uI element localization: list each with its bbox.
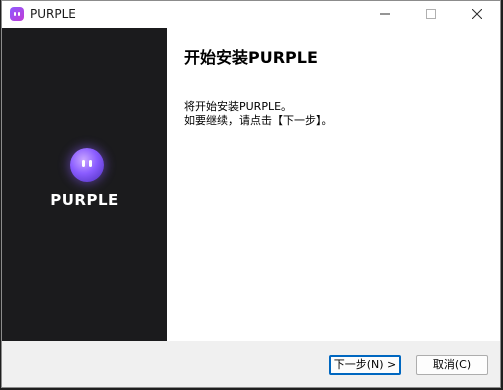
minimize-icon	[380, 13, 390, 15]
maximize-button[interactable]	[408, 1, 454, 28]
page-title: 开始安装PURPLE	[184, 48, 318, 67]
installer-window: PURPLE PURPLE 开始安装PURPLE 将开始安装PURPLE。 如要…	[1, 0, 501, 388]
brand-name: PURPLE	[50, 191, 119, 209]
brand-sidebar: PURPLE	[2, 28, 167, 341]
next-button[interactable]: 下一步(N) >	[329, 355, 401, 375]
purple-logo-icon	[70, 148, 104, 182]
purple-app-icon	[10, 7, 24, 21]
cancel-button[interactable]: 取消(C)	[416, 355, 488, 375]
description-line-2: 如要继续，请点击【下一步】。	[184, 114, 333, 127]
close-button[interactable]	[454, 1, 500, 28]
logo-eye-left	[82, 160, 85, 167]
close-icon	[471, 8, 483, 20]
logo-eye-right	[89, 160, 92, 167]
content-panel: 开始安装PURPLE 将开始安装PURPLE。 如要继续，请点击【下一步】。	[167, 28, 500, 341]
button-bar: 下一步(N) > 取消(C)	[2, 341, 500, 387]
title-bar[interactable]: PURPLE	[2, 1, 500, 28]
description-line-1: 将开始安装PURPLE。	[184, 100, 293, 113]
window-title: PURPLE	[30, 7, 76, 21]
minimize-button[interactable]	[362, 1, 408, 28]
maximize-icon	[426, 9, 436, 19]
description: 将开始安装PURPLE。 如要继续，请点击【下一步】。	[184, 100, 333, 128]
